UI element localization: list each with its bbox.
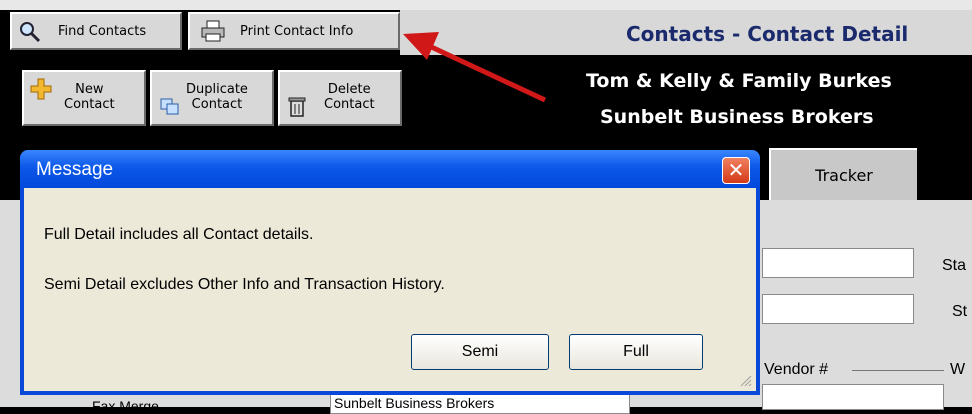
vendor-label: Vendor # xyxy=(764,361,829,378)
form-field-second[interactable] xyxy=(762,294,914,324)
page-title: Contacts - Contact Detail xyxy=(626,22,909,46)
dialog-body: Full Detail includes all Contact details… xyxy=(24,188,756,391)
find-contacts-label: Find Contacts xyxy=(58,24,147,39)
full-button[interactable]: Full xyxy=(569,334,703,370)
dialog-title: Message xyxy=(36,159,114,180)
form-field-top[interactable] xyxy=(762,248,914,278)
sta-label: Sta xyxy=(942,257,967,274)
partial-row-label: Fax Merge xyxy=(92,398,159,414)
annotation-arrow xyxy=(403,32,547,103)
vendor-field[interactable] xyxy=(762,384,944,410)
tab-tracker[interactable]: Tracker xyxy=(769,148,917,200)
st-label: St xyxy=(952,303,968,320)
semi-button[interactable]: Semi xyxy=(411,334,549,370)
printer-icon xyxy=(201,20,225,42)
delete-contact-button[interactable]: Delete Contact xyxy=(278,70,402,126)
magnifier-icon xyxy=(20,22,41,43)
w-label: W xyxy=(950,361,966,378)
dialog-message-line1: Full Detail includes all Contact details… xyxy=(44,226,314,243)
delete-contact-label: Delete Contact xyxy=(324,82,375,112)
vendor-divider xyxy=(852,370,944,371)
dialog-message-line2: Semi Detail excludes Other Info and Tran… xyxy=(44,276,445,293)
top-strip xyxy=(0,0,972,10)
new-contact-button[interactable]: New Contact xyxy=(22,70,146,126)
close-icon[interactable]: ✕ xyxy=(722,157,750,184)
duplicate-icon xyxy=(160,98,179,115)
contact-name: Tom & Kelly & Family Burkes xyxy=(586,70,892,92)
dialog-title-bar[interactable]: Message ✕ xyxy=(20,150,760,188)
company-name: Sunbelt Business Brokers xyxy=(600,106,874,128)
partial-row-value: Sunbelt Business Brokers xyxy=(334,395,495,411)
print-contact-info-button[interactable]: Print Contact Info xyxy=(188,12,400,50)
resize-grip-icon[interactable] xyxy=(738,373,752,387)
duplicate-contact-button[interactable]: Duplicate Contact xyxy=(150,70,274,126)
message-dialog: Message ✕ Full Detail includes all Conta… xyxy=(20,150,760,395)
new-contact-label: New Contact xyxy=(64,82,115,112)
plus-icon xyxy=(30,78,52,100)
duplicate-contact-label: Duplicate Contact xyxy=(186,82,248,112)
find-contacts-button[interactable]: Find Contacts xyxy=(10,12,182,50)
print-contact-info-label: Print Contact Info xyxy=(240,24,354,39)
trash-icon xyxy=(288,97,306,117)
